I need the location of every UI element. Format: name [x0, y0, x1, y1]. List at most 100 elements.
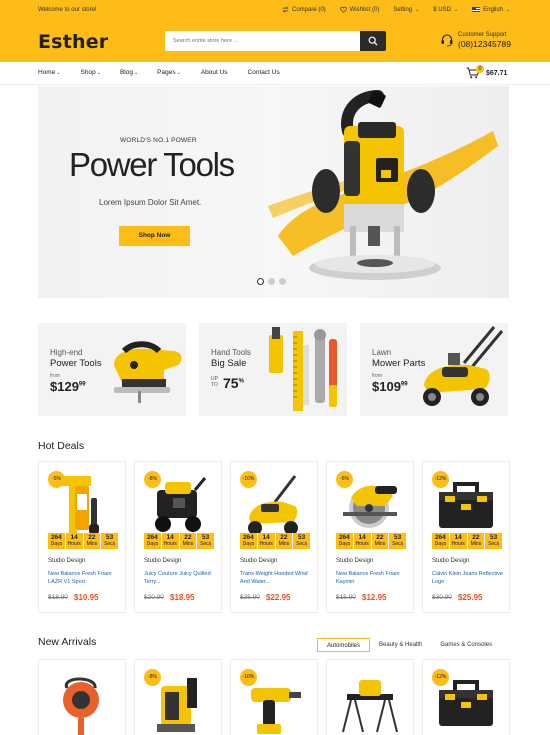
search-button[interactable] — [360, 31, 386, 51]
nav-item-pages[interactable]: Pages ⌄ — [157, 69, 181, 76]
product-name[interactable]: Calvin Klein Jeans Reflective Logo — [432, 570, 510, 586]
product-category: Studio Design — [432, 558, 470, 564]
countdown-cell: 53 Secs — [200, 534, 212, 547]
slider-dot[interactable] — [257, 278, 264, 285]
tab-games-consoles[interactable]: Games & Consoles — [431, 638, 501, 652]
promo-percent: 75% — [223, 375, 244, 391]
product-card[interactable] — [326, 659, 414, 735]
support-phone: (08)12345789 — [458, 39, 511, 49]
countdown-cell: 264 Days — [240, 533, 258, 549]
compare-link[interactable]: Compare (0) — [282, 6, 326, 13]
new-price: $18.95 — [170, 593, 195, 602]
promo-price: $12999 — [50, 379, 86, 394]
chevron-down-icon: ⌄ — [56, 69, 61, 76]
countdown-timer: 264 Days 14 Hours 22 Mins 53 Secs — [48, 533, 118, 549]
countdown-cell: 22 Mins — [276, 533, 294, 549]
hand-tools-icon — [269, 327, 337, 411]
product-card[interactable]: -5% 264 Days 14 Hours 22 Mins 53 Secs Studio Desi… — [38, 461, 126, 613]
header: Esther Customer Support (08)12345789 — [0, 20, 550, 62]
nav-item-contact[interactable]: Contact Us — [248, 69, 280, 76]
customer-support: Customer Support (08)12345789 — [440, 32, 511, 49]
promo-line1: Hand Tools — [211, 348, 251, 357]
upto-line2: TO — [211, 382, 218, 388]
countdown-cell: 53 Secs — [488, 534, 500, 547]
currency-label: $ USD — [433, 6, 451, 13]
search-input[interactable] — [165, 31, 360, 51]
shop-now-button[interactable]: Shop Now — [119, 226, 190, 246]
cart-count: 0 — [476, 65, 484, 73]
nav-item-about[interactable]: About Us — [201, 69, 228, 76]
product-card[interactable]: -12% — [422, 659, 510, 735]
slider-dots — [257, 278, 286, 285]
product-name[interactable]: Trans-Weight Hooded Wind And Water... — [240, 570, 318, 586]
hero-slider: WORLD'S NO.1 POWER Power Tools Lorem Ips… — [38, 86, 509, 298]
new-price: $22.95 — [266, 593, 291, 602]
promo-banner-power-tools[interactable]: High-end Power Tools from $12999 — [38, 323, 186, 416]
wishlist-link[interactable]: Wishlist (0) — [339, 6, 380, 13]
new-arrivals-title: New Arrivals — [38, 636, 97, 648]
product-name[interactable]: New Balance Fresh Foam Kaymin — [336, 570, 414, 586]
product-card[interactable]: -8% 264 Days 14 Hours 22 Mins 53 Secs Studio Desi… — [134, 461, 222, 613]
chevron-down-icon: ⌄ — [133, 69, 139, 76]
promo-banner-mower-parts[interactable]: Lawn Mower Parts from $10999 — [360, 323, 508, 416]
product-card[interactable]: -12% 264 Days 14 Hours 22 Mins 53 Secs Studio Des… — [422, 461, 510, 613]
hero-subtitle: Lorem Ipsum Dolor Sit Amet. — [99, 198, 202, 207]
product-name[interactable]: New Balance Fresh Foam LAZR V1 Sport — [48, 570, 126, 586]
old-price: $18.90 — [48, 594, 68, 601]
nav-label: Home — [38, 69, 56, 76]
countdown-cell: 14 Hours — [450, 533, 468, 549]
nav-item-home[interactable]: Home ⌄ — [38, 69, 61, 76]
tab-automobiles[interactable]: Automobiles — [317, 638, 371, 652]
nav-label: Pages — [157, 69, 176, 76]
countdown-cell: 264 Days — [144, 533, 162, 549]
promo-price: $10999 — [372, 379, 408, 394]
product-category: Studio Design — [240, 558, 278, 564]
old-price: $15.90 — [336, 594, 356, 601]
discount-badge: -5% — [48, 471, 65, 488]
product-card[interactable]: -6% 264 Days 14 Hours 22 Mins 53 Secs Studio Desi… — [326, 461, 414, 613]
promo-line1: High-end — [50, 348, 83, 357]
language-label: English — [483, 6, 503, 13]
old-price: $25.90 — [240, 594, 260, 601]
discount-badge: -6% — [336, 471, 353, 488]
discount-badge: -8% — [144, 471, 161, 488]
logo[interactable]: Esther — [38, 31, 108, 53]
promo-banner-hand-tools[interactable]: Hand Tools Big Sale UP TO 75% — [199, 323, 347, 416]
slider-dot[interactable] — [279, 278, 286, 285]
price-cents: 99 — [78, 381, 86, 388]
nav-item-shop[interactable]: Shop ⌄ — [81, 69, 101, 76]
compare-label: Compare (0) — [291, 6, 326, 13]
product-card[interactable]: -10% — [230, 659, 318, 735]
cart-total: $67.71 — [486, 69, 508, 77]
product-name[interactable]: Juicy Couture Juicy Quilted Terry... — [144, 570, 222, 586]
countdown-cell: 264 Days — [336, 533, 354, 549]
product-card[interactable]: -10% 264 Days 14 Hours 22 Mins 53 Secs Studio Des… — [230, 461, 318, 613]
discount-badge: -10% — [240, 471, 257, 488]
chevron-down-icon: ⌄ — [415, 6, 420, 13]
product-card[interactable] — [38, 659, 126, 735]
search-box — [165, 31, 386, 51]
currency-dropdown[interactable]: $ USD ⌄ — [433, 7, 458, 13]
language-dropdown[interactable]: English ⌄ — [472, 7, 510, 13]
discount-badge: -8% — [144, 669, 161, 686]
wishlist-label: Wishlist (0) — [349, 6, 380, 13]
new-price: $12.95 — [362, 593, 387, 602]
slider-dot[interactable] — [268, 278, 275, 285]
countdown-cell: 264 Days — [432, 533, 450, 549]
countdown-cell: 14 Hours — [354, 533, 372, 549]
product-card[interactable]: -8% — [134, 659, 222, 735]
new-arrivals-tabs: Automobiles Beauty & Health Games & Cons… — [317, 638, 501, 652]
product-category: Studio Design — [144, 558, 182, 564]
mini-cart[interactable]: 0 $67.71 — [466, 65, 508, 79]
countdown-cell: 53 Secs — [104, 534, 116, 547]
countdown-timer: 264 Days 14 Hours 22 Mins 53 Secs — [336, 533, 406, 549]
nav-item-blog[interactable]: Blog ⌄ — [120, 69, 138, 76]
setting-label: Setting — [393, 6, 413, 13]
price-cents: 99 — [400, 381, 408, 388]
heart-icon — [339, 6, 347, 13]
support-label: Customer Support — [458, 32, 507, 38]
setting-dropdown[interactable]: Setting ⌄ — [393, 7, 419, 13]
headset-icon — [441, 34, 453, 47]
chevron-down-icon: ⌄ — [453, 6, 459, 13]
tab-beauty-health[interactable]: Beauty & Health — [370, 638, 431, 652]
